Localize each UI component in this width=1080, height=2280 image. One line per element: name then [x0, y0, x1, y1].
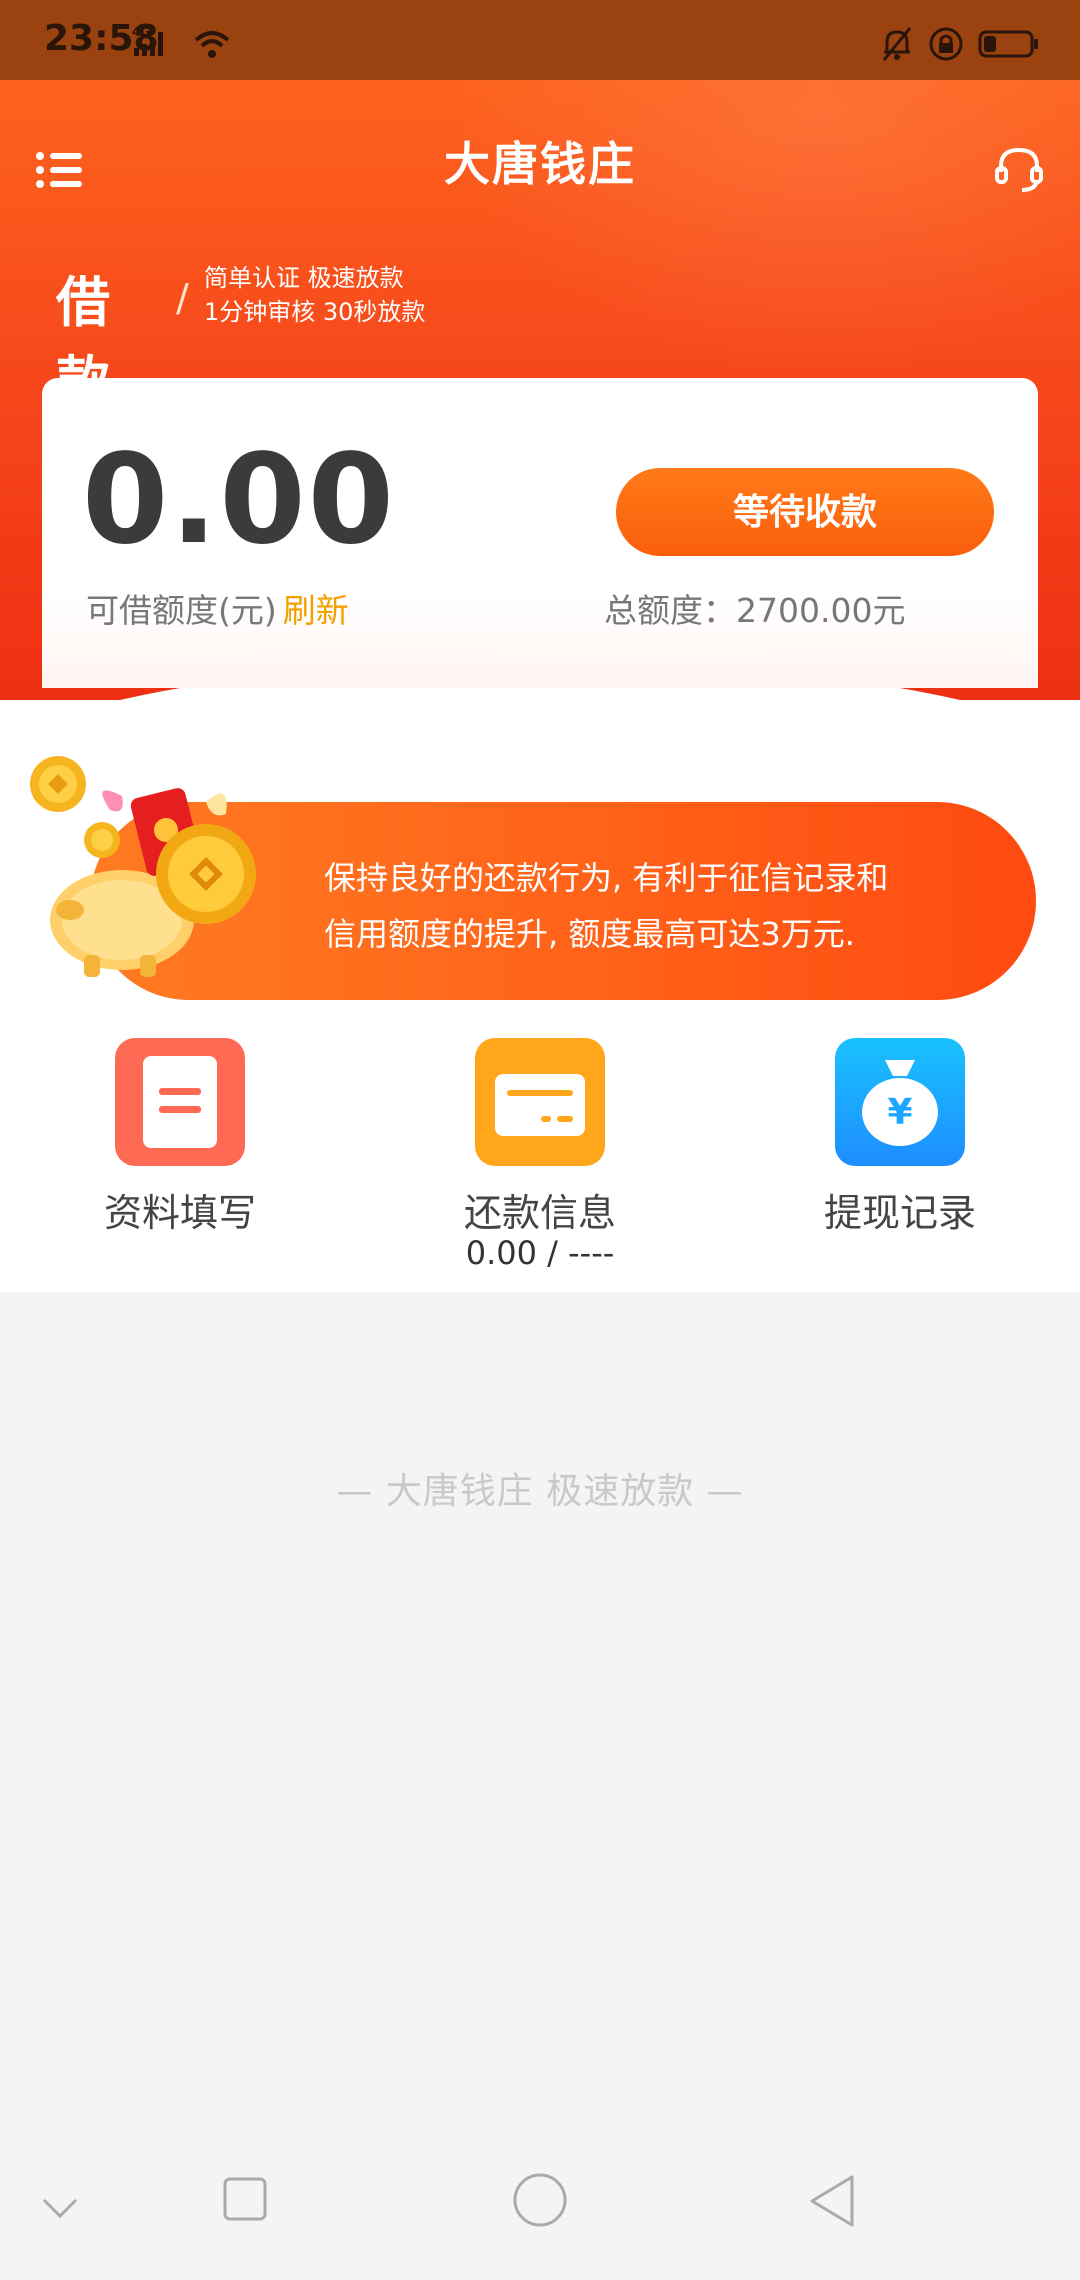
mute-bell-icon [880, 26, 914, 66]
loan-subtitle-line2: 1分钟审核 30秒放款 [204, 298, 426, 326]
svg-text:¥: ¥ [887, 1092, 912, 1133]
feature-label: 提现记录 [823, 1191, 976, 1235]
credit-card: 0.00 可借额度(元) 刷新 等待收款 总额度：2700.00元 [42, 378, 1038, 688]
loan-slash: / [176, 276, 189, 320]
nav-back-icon[interactable] [808, 2174, 858, 2232]
repayment-summary: 0.00 / ---- [465, 1234, 615, 1272]
promo-line1: 保持良好的还款行为, 有利于征信记录和 [324, 859, 889, 897]
available-credit-caption: 可借额度(元) [86, 591, 277, 630]
available-credit-amount: 0.00 [82, 428, 396, 572]
feature-withdraw-record[interactable]: ¥ 提现记录 [770, 1038, 1030, 1268]
main-content: 保持良好的还款行为, 有利于征信记录和 信用额度的提升, 额度最高可达3万元. … [0, 700, 1080, 1292]
nav-home-icon[interactable] [512, 2172, 568, 2232]
feature-label: 还款信息 [463, 1191, 616, 1235]
loan-subtitle-line1: 简单认证 极速放款 [204, 264, 404, 292]
refresh-link[interactable]: 刷新 [283, 591, 349, 630]
app-screen: 23:58 4G 大唐钱庄 借 / 简单认证 极速放款 1分钟审核 30秒放款 … [0, 0, 1080, 2280]
promo-banner[interactable]: 保持良好的还款行为, 有利于征信记录和 信用额度的提升, 额度最高可达3万元. [30, 750, 1036, 1000]
nav-collapse-icon[interactable] [40, 2194, 80, 2226]
promo-text: 保持良好的还款行为, 有利于征信记录和 信用额度的提升, 额度最高可达3万元. [324, 850, 944, 962]
promo-line2: 信用额度的提升, 额度最高可达3万元. [324, 915, 855, 953]
footer-slogan: — 大唐钱庄 极速放款 — [336, 1471, 744, 1512]
feature-profile-fill[interactable]: 资料填写 [50, 1038, 310, 1268]
feature-repayment-info[interactable]: 还款信息 0.00 / ---- [410, 1038, 670, 1272]
await-payment-button[interactable]: 等待收款 [616, 468, 994, 556]
available-credit-label: 可借额度(元) 刷新 [86, 584, 349, 632]
form-icon [115, 1038, 245, 1166]
feature-label: 资料填写 [103, 1191, 256, 1235]
app-bar: 大唐钱庄 [0, 80, 1080, 240]
system-nav-bar [0, 2134, 1080, 2280]
battery-icon [978, 29, 1040, 63]
wifi-icon [194, 30, 230, 64]
status-bar: 23:58 4G [0, 0, 1080, 80]
total-credit-label: 总额度：2700.00元 [604, 591, 906, 630]
nav-recents-icon[interactable] [222, 2176, 268, 2226]
piggy-bank-coins-icon [30, 750, 290, 990]
signal-icon: 4G [130, 22, 186, 66]
page-title: 大唐钱庄 [444, 137, 636, 191]
rotation-lock-icon [928, 26, 964, 66]
money-bag-icon: ¥ [835, 1038, 965, 1166]
svg-text:4G: 4G [132, 25, 150, 39]
customer-service-icon[interactable] [994, 144, 1044, 194]
card-icon [475, 1038, 605, 1166]
feature-grid: 资料填写 还款信息 0.00 / ---- ¥ 提现记录 [0, 1030, 1080, 1272]
